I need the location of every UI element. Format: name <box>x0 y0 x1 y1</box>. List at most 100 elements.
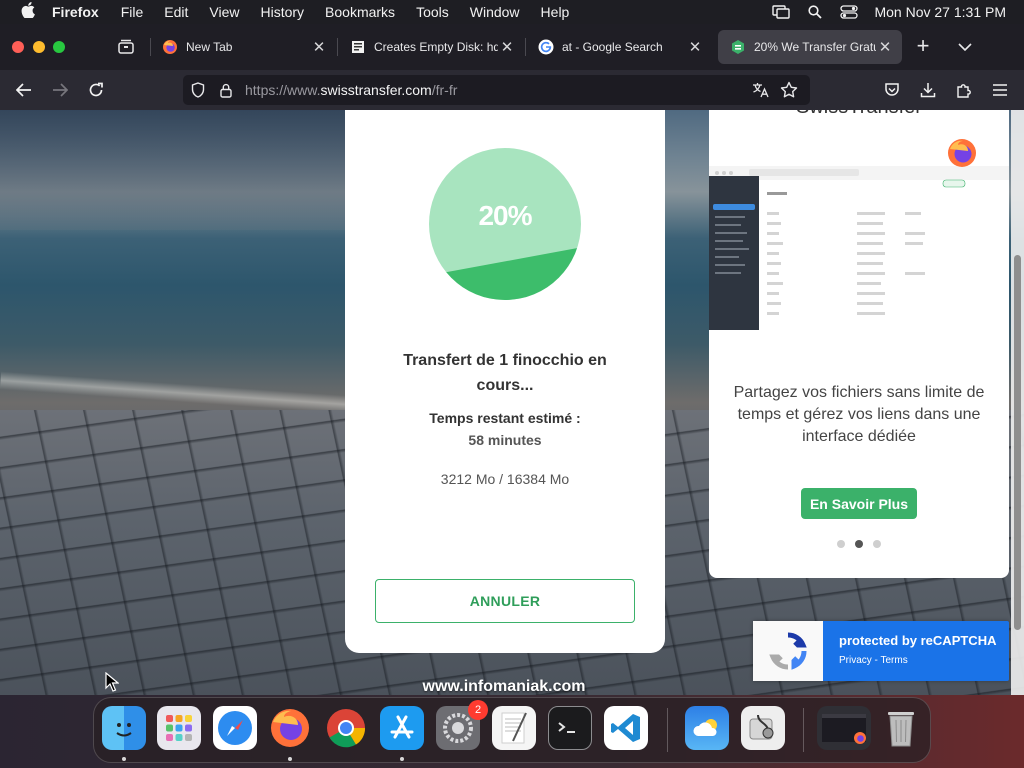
launchpad-icon[interactable] <box>157 706 201 750</box>
tab-google-search[interactable]: at - Google Search ✕ <box>526 30 712 64</box>
firefox-view-icon[interactable] <box>114 35 138 59</box>
dock-divider <box>667 708 668 752</box>
window-maximize-button[interactable] <box>53 41 65 53</box>
carousel-dot[interactable] <box>837 540 845 548</box>
window-preview-icon[interactable] <box>817 706 871 750</box>
app-screenshot-image <box>709 162 1009 332</box>
recaptcha-title: protected by reCAPTCHA <box>839 633 997 648</box>
web-page-content: 20% Transfert de 1 finocchio en cours...… <box>0 110 1024 695</box>
carousel-dots <box>837 540 881 548</box>
progress-percent-label: 20% <box>478 200 532 231</box>
menu-edit[interactable]: Edit <box>164 4 188 20</box>
menu-bookmarks[interactable]: Bookmarks <box>325 4 395 20</box>
url-host: swisstransfer.com <box>320 82 432 98</box>
tab-creates-empty-disk[interactable]: Creates Empty Disk: hdiu ✕ <box>338 30 524 64</box>
tab-title: at - Google Search <box>562 40 663 54</box>
extensions-puzzle-icon[interactable] <box>952 78 976 102</box>
firefox-logo-icon <box>948 139 976 167</box>
spotlight-search-icon[interactable] <box>804 0 826 24</box>
address-bar[interactable]: https://www.swisstransfer.com/fr-fr <box>183 75 810 105</box>
terminal-doc-icon <box>350 39 366 55</box>
tracking-protection-shield-icon[interactable] <box>189 81 207 99</box>
menu-file[interactable]: File <box>121 4 144 20</box>
scrollbar-thumb[interactable] <box>1014 255 1021 630</box>
tab-close-icon[interactable]: ✕ <box>686 38 704 56</box>
translate-icon[interactable] <box>752 81 770 99</box>
bookmark-star-icon[interactable] <box>780 81 798 99</box>
new-tab-plus-icon[interactable]: + <box>912 35 934 58</box>
pocket-icon[interactable] <box>880 78 904 102</box>
window-close-button[interactable] <box>12 41 24 53</box>
menu-app-name[interactable]: Firefox <box>52 4 99 20</box>
tab-title: Creates Empty Disk: hdiu <box>374 40 498 54</box>
safari-icon[interactable] <box>213 706 257 750</box>
downloads-icon[interactable] <box>916 78 940 102</box>
weather-icon[interactable] <box>685 706 729 750</box>
carousel-dot-active[interactable] <box>855 540 863 548</box>
tab-close-icon[interactable]: ✕ <box>876 38 894 56</box>
control-center-icon[interactable] <box>838 0 860 24</box>
dock-divider <box>803 708 804 752</box>
running-indicator <box>288 757 292 761</box>
url-path: /fr-fr <box>431 82 458 98</box>
page-scrollbar[interactable] <box>1011 110 1024 695</box>
firefox-dock-icon[interactable] <box>268 706 312 750</box>
menu-view[interactable]: View <box>209 4 239 20</box>
menu-window[interactable]: Window <box>470 4 520 20</box>
menubar-clock[interactable]: Mon Nov 27 1:31 PM <box>874 4 1006 20</box>
carousel-dot[interactable] <box>873 540 881 548</box>
transfer-size: 3212 Mo / 16384 Mo <box>440 471 570 487</box>
tab-swisstransfer-active[interactable]: 20% We Transfer Gratuit ✕ <box>718 30 902 64</box>
list-all-tabs-chevron-icon[interactable] <box>954 36 976 58</box>
eta-label: Temps restant estimé : <box>429 410 581 426</box>
eta-value: 58 minutes <box>468 432 542 448</box>
tab-title: 20% We Transfer Gratuit <box>754 40 876 54</box>
macos-menu-bar: Firefox File Edit View History Bookmarks… <box>0 0 1024 24</box>
forward-arrow-icon[interactable] <box>48 78 72 102</box>
back-arrow-icon[interactable] <box>12 78 36 102</box>
disk-utility-icon[interactable] <box>741 706 785 750</box>
menu-history[interactable]: History <box>260 4 304 20</box>
infomaniak-footer-link[interactable]: www.infomaniak.com <box>394 678 614 695</box>
hamburger-menu-icon[interactable] <box>988 78 1012 102</box>
app-store-icon[interactable] <box>380 706 424 750</box>
tab-new-tab[interactable]: New Tab ✕ <box>150 30 336 64</box>
background-sky <box>0 110 360 230</box>
tab-close-icon[interactable]: ✕ <box>310 38 328 56</box>
running-indicator <box>400 757 404 761</box>
screen-mirroring-icon[interactable] <box>770 0 792 24</box>
learn-more-button[interactable]: En Savoir Plus <box>801 488 917 519</box>
textedit-icon[interactable] <box>492 706 536 750</box>
recaptcha-links[interactable]: Privacy - Terms <box>839 655 908 666</box>
vscode-icon[interactable] <box>604 706 648 750</box>
apple-menu-icon[interactable] <box>18 2 38 22</box>
google-icon <box>538 39 554 55</box>
terminal-icon[interactable] <box>548 706 592 750</box>
swisstransfer-icon <box>730 39 746 55</box>
browser-nav-bar: https://www.swisstransfer.com/fr-fr <box>0 70 1024 110</box>
system-settings-icon[interactable]: 2 <box>436 700 488 750</box>
promo-heading: SwissTransfer <box>709 110 1009 119</box>
menu-tools[interactable]: Tools <box>416 4 449 20</box>
chrome-icon[interactable] <box>324 706 368 750</box>
reload-icon[interactable] <box>84 78 108 102</box>
promo-description: Partagez vos fichiers sans limite de tem… <box>733 384 985 445</box>
transfer-title: Transfert de 1 finocchio en cours... <box>403 352 607 394</box>
transfer-progress-card: 20% Transfert de 1 finocchio en cours...… <box>345 110 665 653</box>
notification-badge: 2 <box>468 700 488 720</box>
tab-close-icon[interactable]: ✕ <box>498 38 516 56</box>
browser-tab-strip: New Tab ✕ Creates Empty Disk: hdiu ✕ at … <box>0 24 1024 70</box>
window-minimize-button[interactable] <box>33 41 45 53</box>
recaptcha-logo-icon <box>753 621 823 681</box>
url-prefix: https://www. <box>245 82 321 98</box>
recaptcha-badge[interactable]: protected by reCAPTCHA Privacy - Terms <box>753 621 1009 681</box>
url-text: https://www.swisstransfer.com/fr-fr <box>245 82 457 98</box>
macos-dock: 2 <box>93 697 931 763</box>
finder-icon[interactable] <box>102 706 146 750</box>
firefox-icon <box>162 39 178 55</box>
cancel-button[interactable]: ANNULER <box>375 579 635 623</box>
lock-icon[interactable] <box>217 81 235 99</box>
promo-card: SwissTransfer <box>709 110 1009 578</box>
trash-icon[interactable] <box>879 706 923 750</box>
menu-help[interactable]: Help <box>541 4 570 20</box>
